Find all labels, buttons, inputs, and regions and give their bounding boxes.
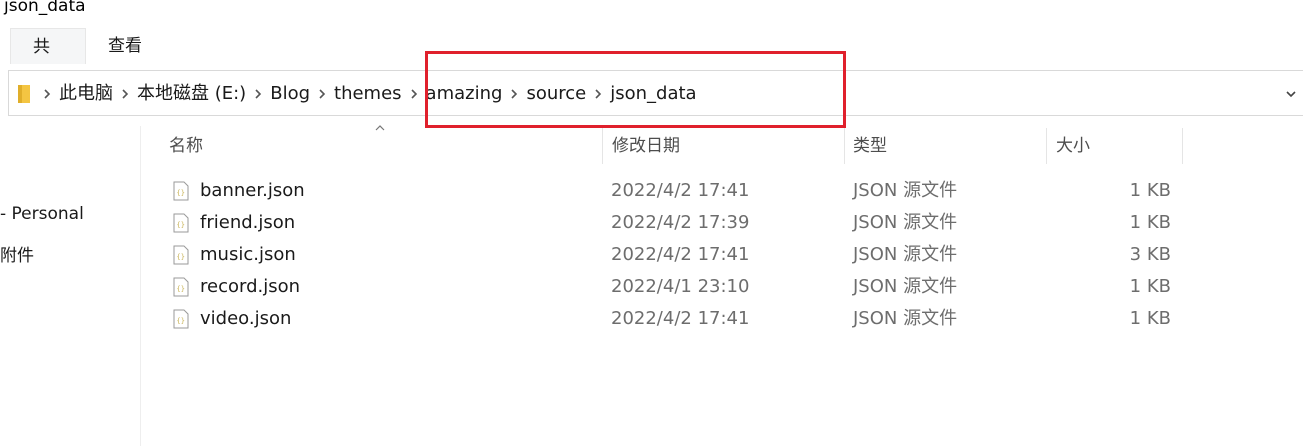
breadcrumb-amazing[interactable]: amazing	[426, 71, 503, 117]
file-size: 1 KB	[1129, 308, 1171, 329]
column-header-date[interactable]: 修改日期	[604, 128, 844, 164]
chevron-right-icon[interactable]	[113, 71, 137, 117]
file-size: 1 KB	[1129, 180, 1171, 201]
file-date: 2022/4/2 17:41	[611, 308, 750, 329]
nav-item-attachments[interactable]: 附件	[0, 241, 34, 266]
svg-text:{}: {}	[177, 221, 185, 229]
file-size: 3 KB	[1129, 244, 1171, 265]
column-header-type[interactable]: 类型	[845, 128, 1045, 164]
file-type: JSON 源文件	[853, 276, 958, 297]
chevron-right-icon[interactable]	[586, 71, 610, 117]
breadcrumb: 此电脑 本地磁盘 (E:) Blog themes amazing source…	[9, 71, 697, 117]
file-date: 2022/4/2 17:41	[611, 180, 750, 201]
file-date: 2022/4/2 17:41	[611, 244, 750, 265]
file-type: JSON 源文件	[853, 180, 958, 201]
ribbon-tabs: 共享 查看	[0, 24, 1303, 93]
file-type: JSON 源文件	[853, 212, 958, 233]
file-row[interactable]: {} record.json 2022/4/1 23:10 JSON 源文件 1…	[141, 271, 1191, 303]
chevron-down-icon[interactable]	[1283, 71, 1299, 117]
json-file-icon: {}	[173, 245, 189, 265]
navigation-pane: - Personal 附件	[0, 126, 141, 446]
column-divider[interactable]	[602, 128, 603, 164]
file-list: 名称 修改日期 类型 大小 {} banner.json 2022/4/2 17…	[141, 125, 1303, 446]
json-file-icon: {}	[173, 181, 189, 201]
breadcrumb-source[interactable]: source	[526, 71, 586, 117]
chevron-right-icon[interactable]	[402, 71, 426, 117]
chevron-right-icon[interactable]	[246, 71, 270, 117]
file-name: friend.json	[200, 212, 296, 233]
column-divider[interactable]	[1046, 128, 1047, 164]
file-size: 1 KB	[1129, 276, 1171, 297]
file-type: JSON 源文件	[853, 244, 958, 265]
file-date: 2022/4/1 23:10	[611, 276, 750, 297]
file-name: video.json	[200, 308, 292, 329]
file-name: record.json	[200, 276, 301, 297]
svg-text:{}: {}	[177, 285, 185, 293]
breadcrumb-json-data[interactable]: json_data	[610, 71, 696, 117]
json-file-icon: {}	[173, 277, 189, 297]
svg-text:{}: {}	[177, 253, 185, 261]
chevron-right-icon[interactable]	[502, 71, 526, 117]
file-explorer-window: json_data 共享 查看 此电脑 本地磁盘 (E:) Blog	[0, 0, 1303, 446]
file-date: 2022/4/2 17:39	[611, 212, 750, 233]
file-name: banner.json	[200, 180, 305, 201]
file-size: 1 KB	[1129, 212, 1171, 233]
file-row[interactable]: {} banner.json 2022/4/2 17:41 JSON 源文件 1…	[141, 175, 1191, 207]
json-file-icon: {}	[173, 309, 189, 329]
file-row[interactable]: {} friend.json 2022/4/2 17:39 JSON 源文件 1…	[141, 207, 1191, 239]
tab-share[interactable]: 共享	[10, 28, 86, 93]
file-row[interactable]: {} music.json 2022/4/2 17:41 JSON 源文件 3 …	[141, 239, 1191, 271]
nav-item-personal[interactable]: - Personal	[0, 204, 84, 224]
breadcrumb-blog[interactable]: Blog	[270, 71, 310, 117]
column-divider[interactable]	[1182, 128, 1183, 164]
tab-view[interactable]: 查看	[86, 28, 166, 64]
breadcrumb-themes[interactable]: themes	[334, 71, 402, 117]
chevron-right-icon[interactable]	[35, 71, 59, 117]
json-file-icon: {}	[173, 213, 189, 233]
column-header-size[interactable]: 大小	[1048, 128, 1182, 164]
svg-text:{}: {}	[177, 189, 185, 197]
file-type: JSON 源文件	[853, 308, 958, 329]
file-name: music.json	[200, 244, 296, 265]
breadcrumb-local-disk-e[interactable]: 本地磁盘 (E:)	[137, 71, 246, 117]
address-bar-row: 此电脑 本地磁盘 (E:) Blog themes amazing source…	[0, 66, 1303, 122]
chevron-right-icon[interactable]	[310, 71, 334, 117]
column-header-name[interactable]: 名称	[161, 128, 601, 164]
address-bar[interactable]: 此电脑 本地磁盘 (E:) Blog themes amazing source…	[8, 70, 1303, 116]
file-row[interactable]: {} video.json 2022/4/2 17:41 JSON 源文件 1 …	[141, 303, 1191, 335]
window-title: json_data	[4, 0, 86, 16]
folder-icon	[13, 71, 35, 117]
breadcrumb-this-pc[interactable]: 此电脑	[59, 71, 113, 117]
svg-text:{}: {}	[177, 317, 185, 325]
